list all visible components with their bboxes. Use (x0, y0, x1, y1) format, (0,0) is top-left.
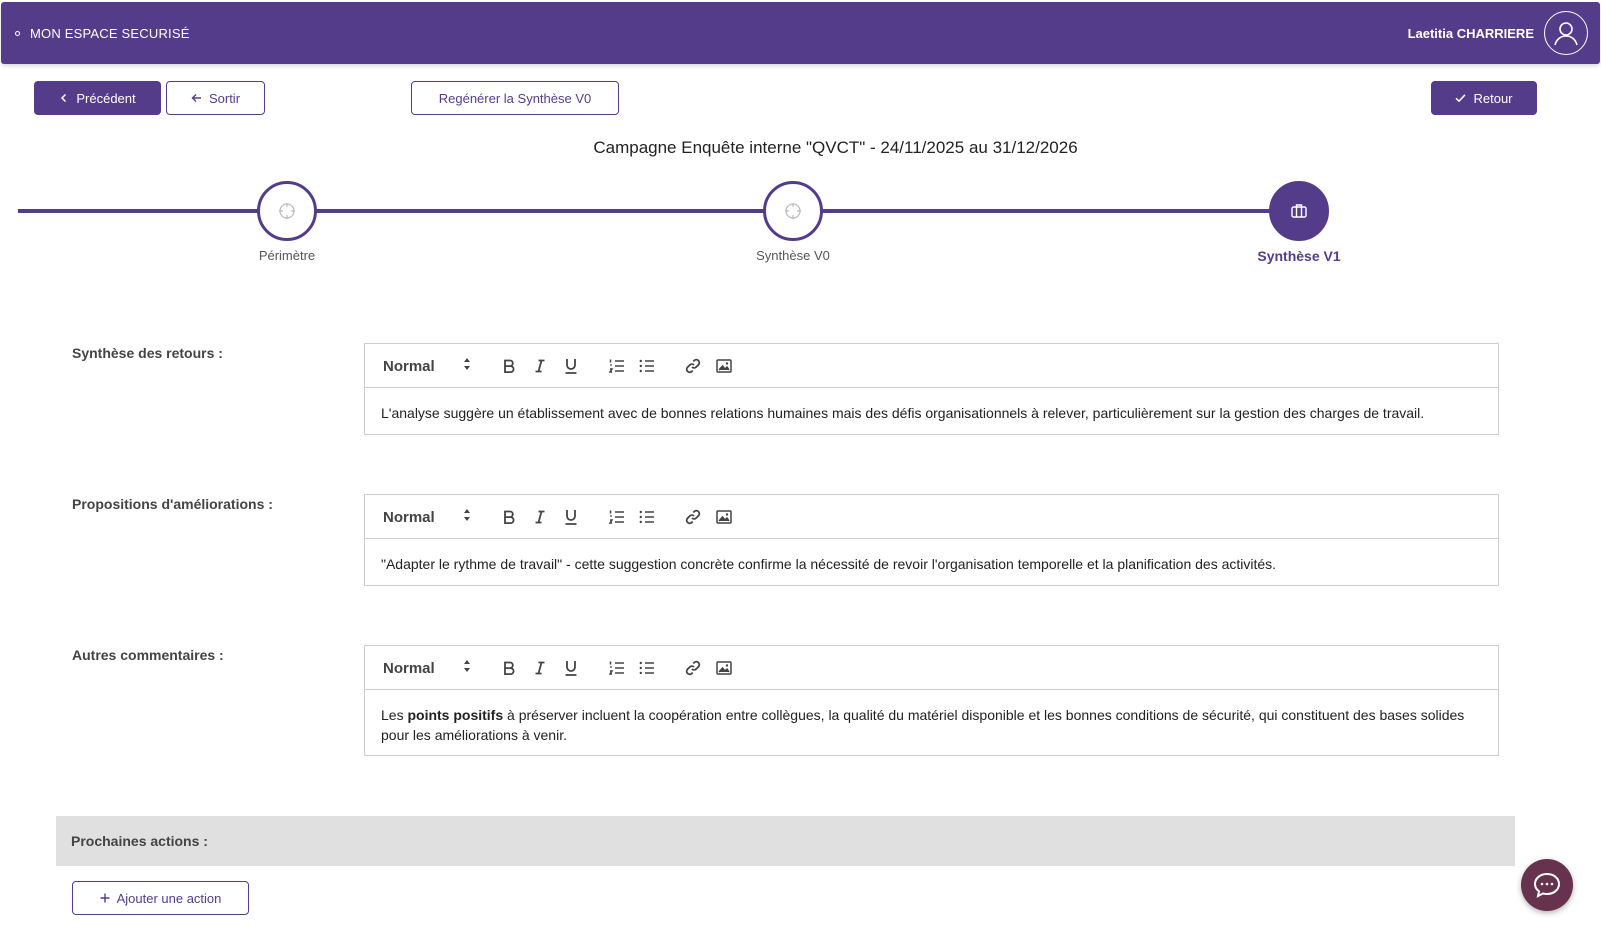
next-actions-header: Prochaines actions : (56, 816, 1515, 866)
exit-button[interactable]: Sortir (166, 81, 265, 115)
underline-icon[interactable] (562, 357, 580, 375)
image-icon[interactable] (715, 357, 733, 375)
ordered-list-icon[interactable] (608, 508, 626, 526)
exit-label: Sortir (208, 90, 241, 106)
underline-icon[interactable] (562, 508, 580, 526)
feedback-editor[interactable]: Normal L'analyse suggère un établissemen… (364, 343, 1499, 435)
user-name: Laetitia CHARRIERE (1407, 25, 1534, 41)
campaign-title: Campagne Enquête interne "QVCT" - 24/11/… (593, 138, 1078, 157)
comments-editor-content[interactable]: Les points positifs à préserver incluent… (365, 690, 1498, 745)
step-synthese-v1-label: Synthèse V1 (1257, 248, 1341, 264)
plus-icon (100, 893, 110, 903)
updown-caret-icon (464, 660, 470, 672)
brand-label: MON ESPACE SECURISÉ (30, 25, 190, 41)
back-label: Retour (1473, 90, 1513, 106)
step-synthese-v0-label: Synthèse V0 (756, 248, 830, 263)
format-select[interactable]: Normal (383, 509, 435, 526)
comments-content-bold: points positifs (407, 707, 504, 723)
link-icon[interactable] (684, 357, 702, 375)
regenerate-label: Regénérer la Synthèse V0 (438, 90, 592, 106)
ordered-list-icon[interactable] (608, 357, 626, 375)
comments-editor[interactable]: Normal Les points positifs à préserver i… (364, 645, 1499, 756)
previous-button[interactable]: Précédent (34, 81, 161, 115)
previous-label: Précédent (76, 90, 136, 106)
image-icon[interactable] (715, 659, 733, 677)
comments-content-suffix: à préserver incluent la coopération entr… (381, 707, 1465, 743)
stepper-progress-line (18, 209, 1298, 213)
bullet-list-icon[interactable] (638, 508, 656, 526)
format-select[interactable]: Normal (383, 660, 435, 677)
briefcase-icon (1291, 204, 1307, 218)
chat-bubble-icon (1533, 872, 1561, 898)
user-menu[interactable]: Laetitia CHARRIERE (1408, 11, 1588, 55)
step-perimetre[interactable] (257, 181, 317, 241)
link-icon[interactable] (684, 659, 702, 677)
chat-support-button[interactable] (1521, 859, 1573, 911)
bullet-list-icon[interactable] (638, 659, 656, 677)
underline-icon[interactable] (562, 659, 580, 677)
italic-icon[interactable] (531, 357, 549, 375)
comments-section-label: Autres commentaires : (72, 647, 224, 663)
feedback-editor-content[interactable]: L'analyse suggère un établissement avec … (365, 388, 1498, 423)
editor-toolbar: Normal (365, 646, 1498, 690)
bold-icon[interactable] (500, 508, 518, 526)
arrow-left-icon (191, 94, 201, 102)
updown-caret-icon (464, 509, 470, 521)
italic-icon[interactable] (531, 659, 549, 677)
updown-caret-icon (464, 358, 470, 370)
brand[interactable]: MON ESPACE SECURISÉ (15, 26, 190, 41)
step-synthese-v0[interactable] (763, 181, 823, 241)
bullet-list-icon[interactable] (638, 357, 656, 375)
comments-content-prefix: Les (381, 707, 404, 723)
editor-toolbar: Normal (365, 495, 1498, 539)
step-perimetre-label: Périmètre (258, 248, 316, 263)
image-icon[interactable] (715, 508, 733, 526)
check-icon (1455, 94, 1467, 103)
improvements-editor[interactable]: Normal "Adapter le rythme de travail" - … (364, 494, 1499, 586)
back-button[interactable]: Retour (1431, 81, 1537, 115)
bold-icon[interactable] (500, 357, 518, 375)
improvements-section-label: Propositions d'améliorations : (72, 496, 273, 512)
top-bar: MON ESPACE SECURISÉ Laetitia CHARRIERE (1, 2, 1600, 64)
crosshair-icon (279, 203, 295, 219)
add-action-label: Ajouter une action (116, 890, 222, 906)
ordered-list-icon[interactable] (608, 659, 626, 677)
add-action-button[interactable]: Ajouter une action (72, 881, 249, 915)
user-avatar-icon[interactable] (1544, 11, 1588, 55)
italic-icon[interactable] (531, 508, 549, 526)
regenerate-synthesis-button[interactable]: Regénérer la Synthèse V0 (411, 81, 619, 115)
next-actions-label: Prochaines actions : (71, 833, 208, 849)
bold-icon[interactable] (500, 659, 518, 677)
chevron-left-icon (61, 93, 67, 103)
step-synthese-v1[interactable] (1269, 181, 1329, 241)
brand-dot-icon (15, 30, 20, 36)
feedback-section-label: Synthèse des retours : (72, 345, 223, 361)
improvements-editor-content[interactable]: "Adapter le rythme de travail" - cette s… (365, 539, 1498, 574)
crosshair-icon (785, 203, 801, 219)
link-icon[interactable] (684, 508, 702, 526)
editor-toolbar: Normal (365, 344, 1498, 388)
format-select[interactable]: Normal (383, 358, 435, 375)
